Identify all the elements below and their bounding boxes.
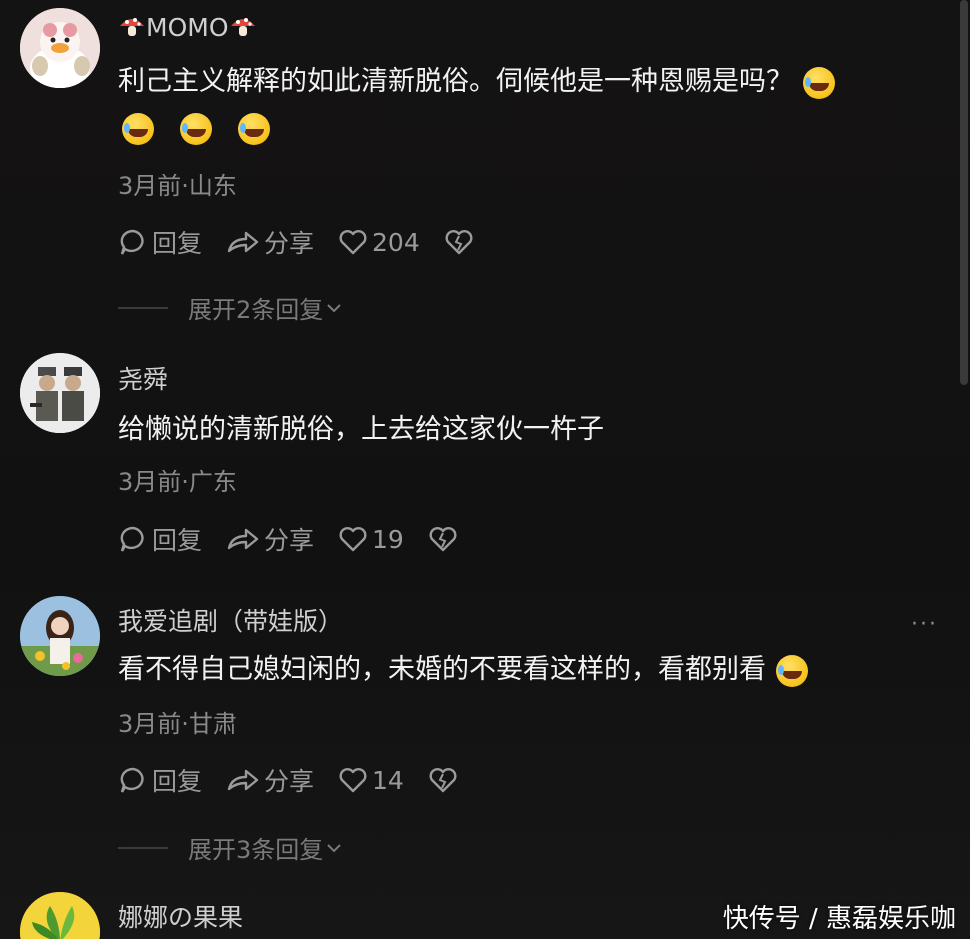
username[interactable]: MOMO	[118, 12, 257, 42]
comment-text: 利己主义解释的如此清新脱俗。伺候他是一种恩赐是吗？	[118, 60, 845, 104]
mushroom-icon	[120, 18, 144, 36]
chevron-down-icon	[327, 843, 341, 852]
expand-replies-label: 展开3条回复	[188, 836, 324, 864]
avatar-duck-image	[20, 8, 100, 88]
reply-label: 回复	[152, 767, 203, 796]
heart-icon	[339, 768, 367, 793]
chevron-down-icon	[327, 303, 341, 312]
more-options-icon[interactable]: ···	[911, 612, 938, 637]
avatar-plant-image	[20, 892, 100, 939]
share-arrow-icon	[227, 231, 259, 253]
broken-heart-icon	[445, 230, 473, 255]
like-count: 19	[372, 524, 404, 554]
expand-replies-button[interactable]: 展开2条回复	[118, 290, 345, 325]
mushroom-icon	[230, 18, 255, 36]
laugh-cry-emoji-icon	[238, 112, 270, 145]
like-button[interactable]: 19	[338, 524, 404, 554]
scrollbar[interactable]	[960, 0, 968, 385]
comment-text-label: 利己主义解释的如此清新脱俗。伺候他是一种恩赐是吗？	[118, 66, 793, 97]
divider-line	[118, 306, 168, 309]
share-label: 分享	[264, 229, 315, 258]
avatar-girl-flowers-image	[20, 596, 100, 676]
like-button[interactable]: 14	[338, 765, 404, 795]
share-arrow-icon	[227, 528, 259, 550]
avatar-soldiers-image	[20, 353, 100, 433]
laugh-cry-emoji-icon	[122, 112, 154, 145]
username[interactable]: 尧舜	[118, 360, 168, 396]
heart-icon	[339, 230, 367, 255]
share-arrow-icon	[227, 769, 259, 791]
username[interactable]: 娜娜の果果	[118, 898, 243, 934]
comment-feed: MOMO 利己主义解释的如此清新脱俗。伺候他是一种恩赐是吗？ 3月前·山东 回复…	[0, 0, 970, 939]
comment-actions: 回复 分享 204	[118, 224, 502, 260]
reply-button[interactable]: 回复	[118, 762, 202, 798]
avatar[interactable]	[20, 596, 100, 676]
username[interactable]: 我爱追剧（带娃版）	[118, 602, 343, 638]
heart-icon	[339, 527, 367, 552]
reply-button[interactable]: 回复	[118, 521, 202, 557]
reply-button[interactable]: 回复	[118, 224, 202, 260]
expand-replies-button[interactable]: 展开3条回复	[118, 830, 345, 865]
reply-bubble-icon	[120, 229, 144, 255]
comment-meta: 3月前·甘肃	[118, 710, 237, 738]
laugh-cry-emoji-icon	[803, 66, 835, 99]
broken-heart-icon	[429, 527, 457, 552]
avatar[interactable]	[20, 353, 100, 433]
dislike-button[interactable]	[444, 227, 478, 257]
broken-heart-icon	[429, 768, 457, 793]
like-count: 204	[372, 227, 420, 257]
comment-meta: 3月前·山东	[118, 172, 237, 200]
comment-actions: 回复 分享 19	[118, 521, 486, 557]
share-label: 分享	[264, 767, 315, 796]
avatar[interactable]	[20, 8, 100, 88]
avatar[interactable]	[20, 892, 100, 939]
reply-bubble-icon	[120, 767, 144, 793]
username-label: MOMO	[146, 13, 229, 42]
comment-meta: 3月前·广东	[118, 468, 237, 496]
comment-actions: 回复 分享 14	[118, 762, 486, 798]
dislike-button[interactable]	[428, 524, 462, 554]
laugh-cry-emoji-icon	[180, 112, 212, 145]
share-button[interactable]: 分享	[226, 224, 314, 260]
dislike-button[interactable]	[428, 765, 462, 795]
reply-label: 回复	[152, 229, 203, 258]
share-label: 分享	[264, 526, 315, 555]
like-button[interactable]: 204	[338, 227, 420, 257]
comment-text-label: 看不得自己媳妇闲的，未婚的不要看这样的，看都别看	[118, 654, 766, 685]
like-count: 14	[372, 765, 404, 795]
reply-label: 回复	[152, 526, 203, 555]
comment-text: 看不得自己媳妇闲的，未婚的不要看这样的，看都别看	[118, 648, 818, 692]
share-button[interactable]: 分享	[226, 762, 314, 798]
expand-replies-label: 展开2条回复	[188, 296, 324, 324]
reply-bubble-icon	[120, 526, 144, 552]
share-button[interactable]: 分享	[226, 521, 314, 557]
watermark: 快传号 / 惠磊娱乐咖	[722, 904, 956, 934]
comment-text: 给懒说的清新脱俗，上去给这家伙一杵子	[118, 414, 604, 445]
grin-sweat-emoji-icon	[776, 654, 808, 687]
divider-line	[118, 846, 168, 849]
emoji-row	[112, 106, 280, 150]
